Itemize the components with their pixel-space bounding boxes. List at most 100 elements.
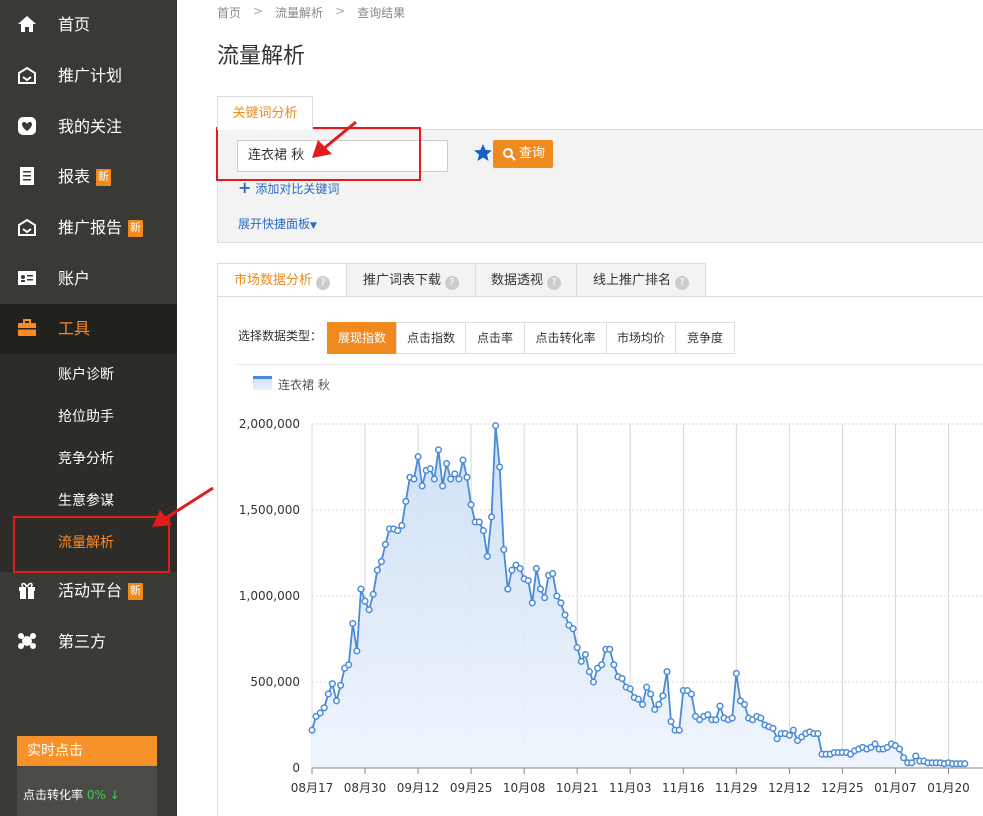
data-point[interactable] [785,731,793,739]
data-point[interactable] [712,716,720,724]
data-point[interactable] [377,558,385,566]
data-point[interactable] [434,446,443,454]
data-point[interactable] [381,540,389,548]
data-point[interactable] [728,714,736,722]
data-point[interactable] [536,585,545,593]
data-point[interactable] [524,576,532,585]
data-point[interactable] [487,513,496,521]
data-point[interactable] [773,735,781,743]
data-point[interactable] [369,590,377,598]
data-point[interactable] [451,470,459,478]
data-point[interactable] [337,681,345,689]
data-point[interactable] [410,475,418,483]
data-point[interactable] [704,711,712,719]
data-point[interactable] [463,473,471,481]
data-point[interactable] [439,482,447,490]
data-point[interactable] [365,606,373,614]
data-point[interactable] [667,718,675,726]
data-point[interactable] [508,566,516,574]
data-point[interactable] [532,564,540,573]
data-point[interactable] [655,700,663,708]
data-point[interactable] [475,518,483,526]
data-point[interactable] [606,645,614,653]
data-point[interactable] [373,566,381,574]
data-point[interactable] [577,657,585,665]
x-tick-label: 12月25 [821,781,864,795]
data-point[interactable] [769,724,777,732]
data-point[interactable] [553,592,561,600]
data-point[interactable] [659,692,667,700]
data-point[interactable] [394,527,402,535]
data-point[interactable] [961,760,969,768]
data-point[interactable] [414,453,422,461]
data-point[interactable] [871,740,879,748]
data-point[interactable] [687,690,695,698]
y-tick-label: 1,000,000 [239,589,300,603]
data-point[interactable] [483,552,491,560]
data-point[interactable] [430,475,438,483]
data-point[interactable] [447,475,455,483]
data-point[interactable] [557,599,565,607]
data-point[interactable] [651,705,659,714]
y-tick-label: 1,500,000 [239,503,300,517]
data-point[interactable] [912,752,920,760]
data-point[interactable] [638,700,647,708]
data-point[interactable] [345,661,353,669]
data-point[interactable] [443,460,451,468]
data-point[interactable] [316,709,324,717]
data-point[interactable] [308,726,316,734]
data-point[interactable] [647,690,655,698]
data-point[interactable] [504,585,512,593]
y-tick-label: 500,000 [250,675,300,689]
data-point[interactable] [467,501,475,509]
data-point[interactable] [496,463,504,471]
data-point[interactable] [716,702,724,710]
data-point[interactable] [492,422,500,430]
data-point[interactable] [398,521,406,530]
highlight-box-menu [13,516,170,573]
data-point[interactable] [618,675,626,683]
data-point[interactable] [589,678,598,686]
data-point[interactable] [895,745,904,753]
data-point[interactable] [541,594,549,602]
data-point[interactable] [900,754,908,762]
data-point[interactable] [732,669,740,677]
data-point[interactable] [418,482,426,490]
data-point[interactable] [643,683,651,691]
data-point[interactable] [598,661,606,669]
data-point[interactable] [757,714,765,722]
data-point[interactable] [479,527,487,535]
data-point[interactable] [361,597,369,605]
data-point[interactable] [402,497,410,505]
data-point[interactable] [634,695,642,703]
data-point[interactable] [569,625,577,633]
data-point[interactable] [500,546,508,554]
data-point[interactable] [814,730,822,738]
data-point[interactable] [561,611,569,619]
data-point[interactable] [663,668,671,676]
data-point[interactable] [549,570,557,578]
tab-keyword-analysis[interactable]: 关键词分析 [217,96,313,130]
data-point[interactable] [349,619,357,628]
data-point[interactable] [516,564,524,573]
data-point[interactable] [353,647,361,655]
data-point[interactable] [328,680,336,688]
x-tick-label: 08月17 [291,781,334,795]
data-point[interactable] [585,668,593,676]
data-point[interactable] [675,726,683,734]
data-point[interactable] [528,599,536,607]
data-point[interactable] [908,759,916,767]
data-point[interactable] [610,661,618,669]
data-point[interactable] [455,475,463,483]
data-point[interactable] [320,704,328,712]
data-point[interactable] [426,465,434,473]
data-point[interactable] [324,690,332,698]
data-point[interactable] [740,700,749,708]
data-point[interactable] [459,456,467,464]
data-point[interactable] [357,585,365,593]
data-point[interactable] [332,697,341,705]
data-point[interactable] [581,650,589,659]
data-point[interactable] [626,685,634,693]
data-point[interactable] [789,726,797,734]
data-point[interactable] [573,644,581,652]
